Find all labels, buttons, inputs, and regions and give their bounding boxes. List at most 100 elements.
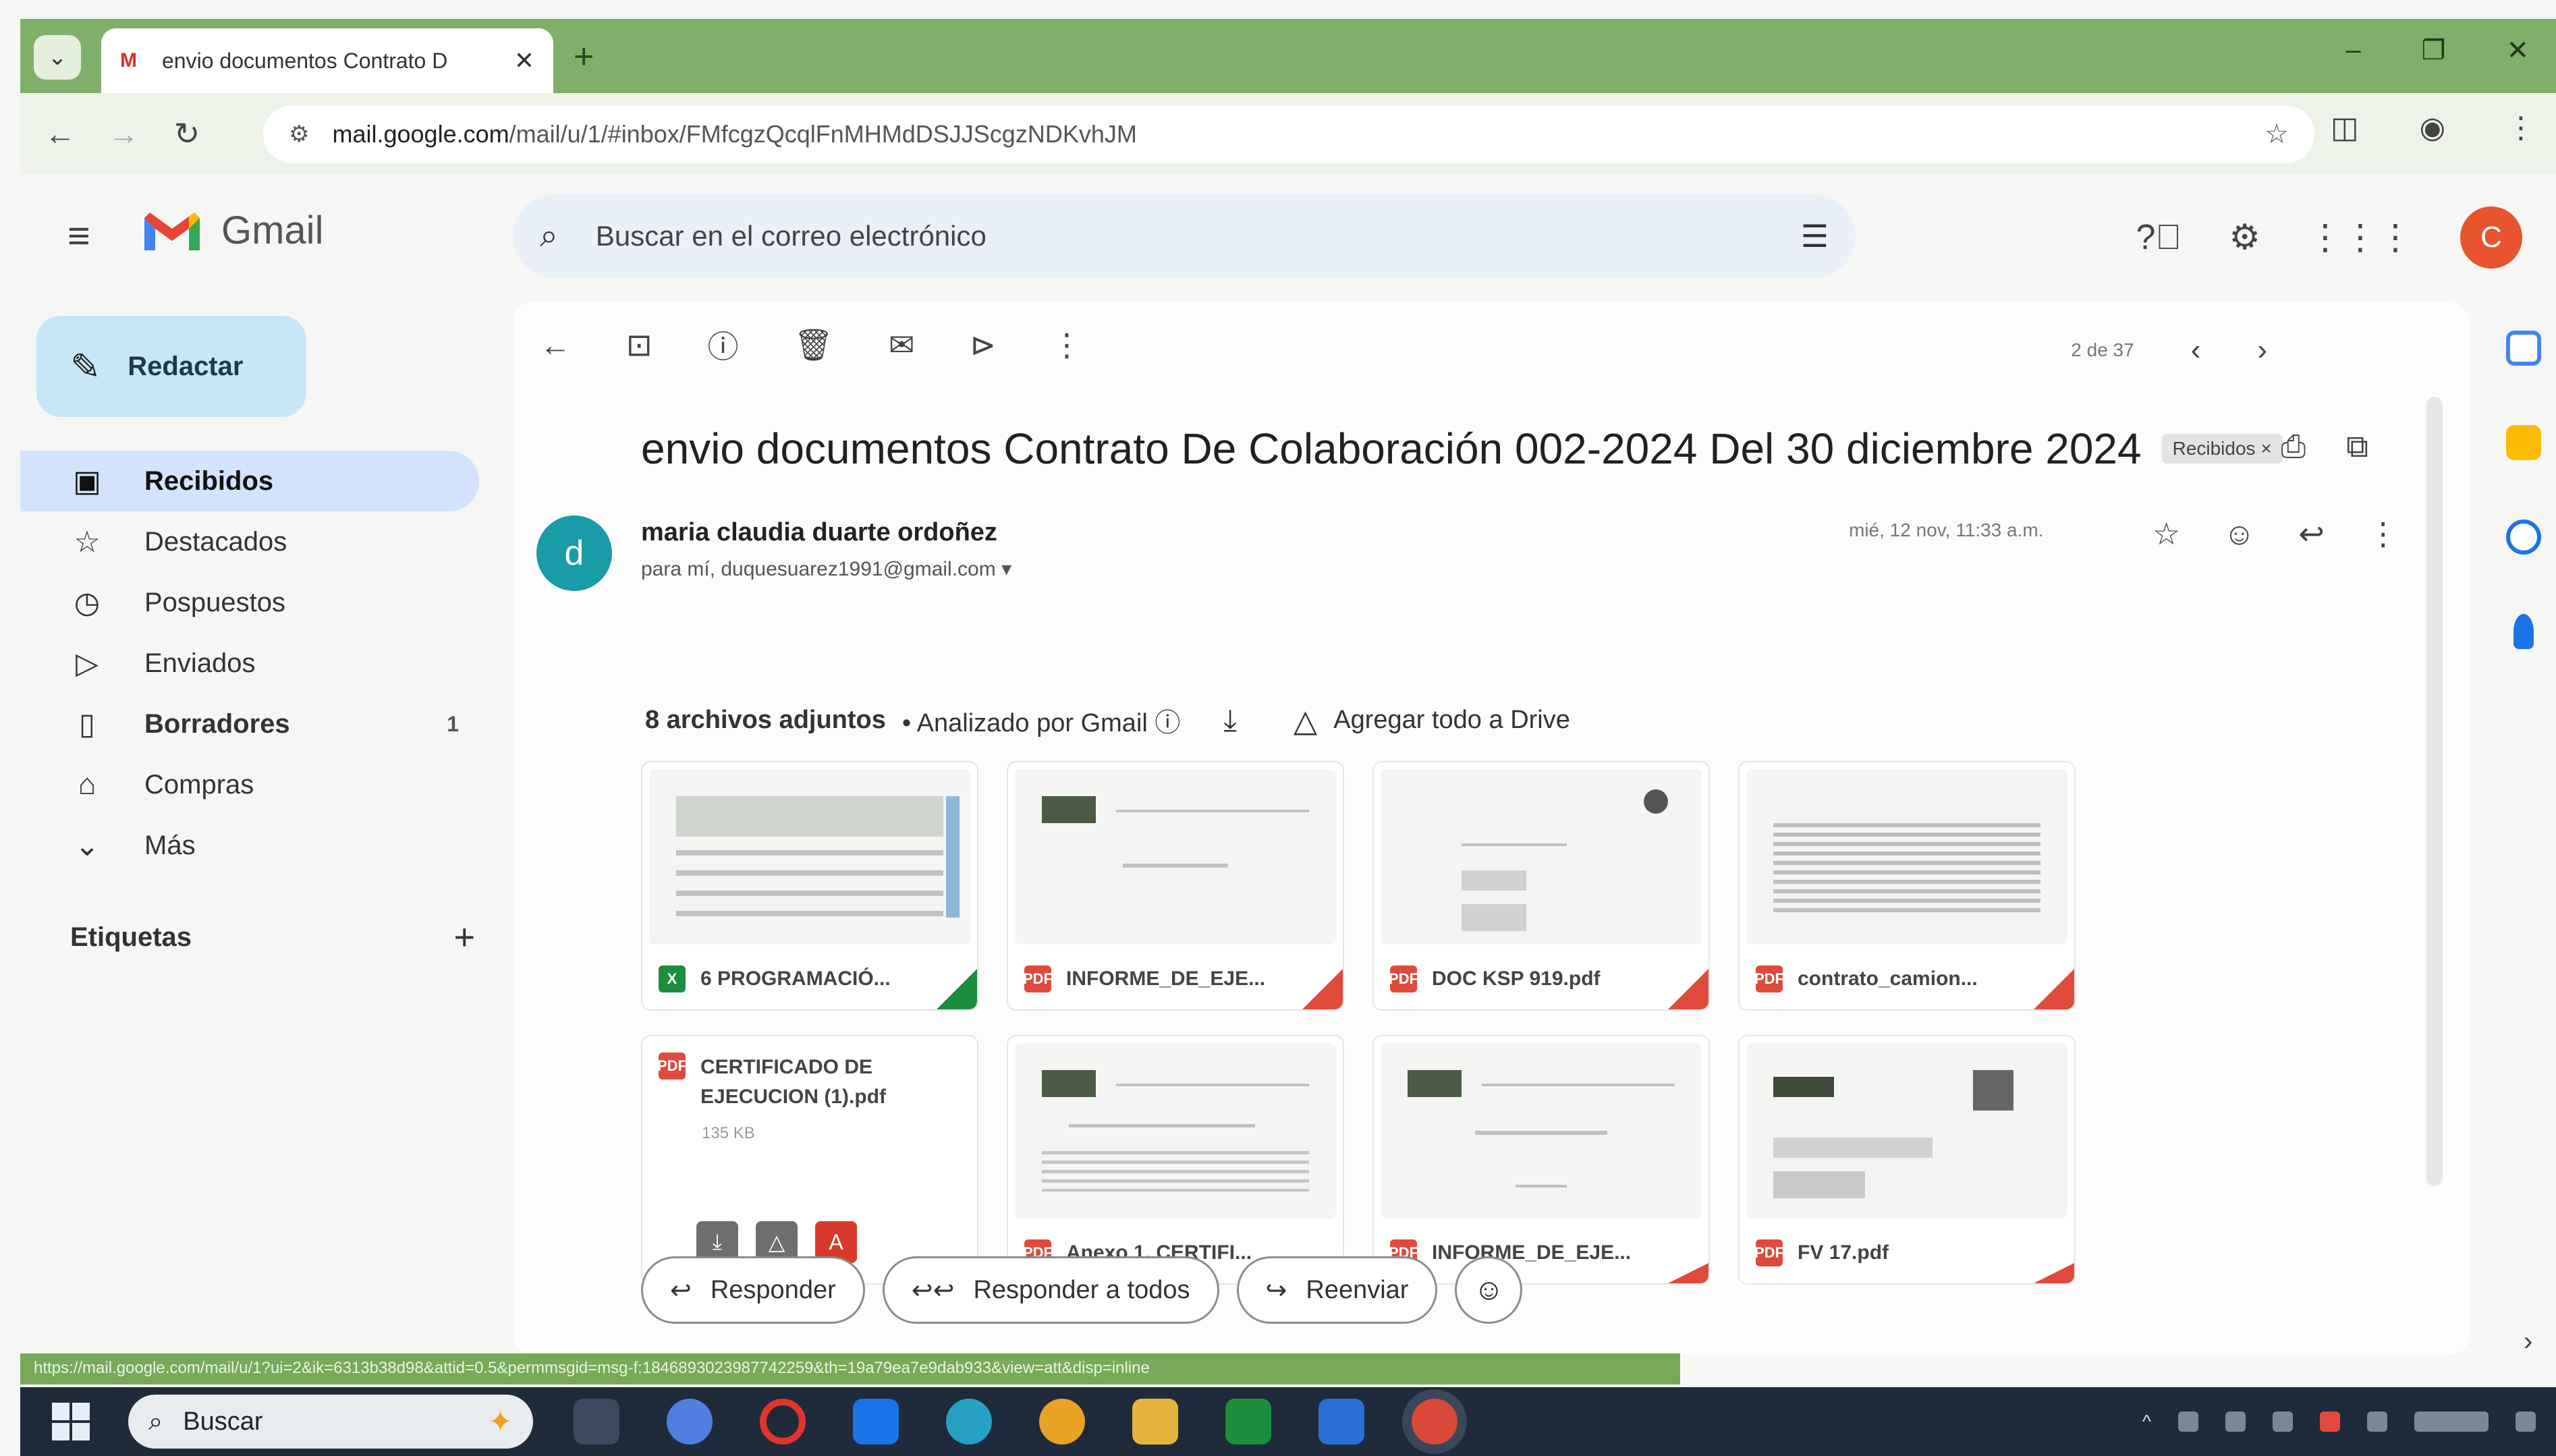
extensions-icon[interactable]: ◫ xyxy=(2331,111,2359,145)
opera-icon[interactable] xyxy=(760,1399,806,1445)
attachment-card[interactable]: X 6 PROGRAMACIÓ... xyxy=(641,761,978,1011)
attachment-card[interactable]: PDF FV 17.pdf xyxy=(1738,1035,2076,1285)
taskbar-search[interactable]: ⌕ Buscar ✦ xyxy=(128,1395,533,1449)
archive-icon[interactable]: ⊡ xyxy=(626,327,652,363)
bluetooth-icon[interactable] xyxy=(2367,1411,2387,1432)
attachment-footer: PDF FV 17.pdf xyxy=(1740,1223,2074,1283)
address-bar[interactable]: ⚙ mail.google.com/mail/u/1/#inbox/FMfcgz… xyxy=(263,105,2314,163)
site-settings-icon[interactable]: ⚙ xyxy=(289,121,309,148)
menu-dots-icon[interactable]: ⋮ xyxy=(2506,111,2536,145)
url-text[interactable]: mail.google.com/mail/u/1/#inbox/FMfcgzQc… xyxy=(332,120,2242,148)
forward-button[interactable]: ↪ Reenviar xyxy=(1236,1256,1438,1324)
star-icon[interactable]: ☆ xyxy=(2152,515,2180,552)
tray-overflow-icon[interactable]: ^ xyxy=(2142,1411,2151,1432)
security-icon[interactable] xyxy=(2320,1411,2340,1432)
download-all-icon[interactable]: ⤓ xyxy=(1223,704,1236,737)
attachment-card[interactable]: PDF Anexo 1. CERTIFI... xyxy=(1007,1035,1344,1285)
move-to-icon[interactable]: ⊳ xyxy=(970,327,997,363)
file-explorer-icon[interactable] xyxy=(1132,1399,1178,1445)
subject-actions: ⎙ ⧉ xyxy=(2281,428,2368,466)
help-icon[interactable]: ?⃝ xyxy=(2136,217,2182,258)
add-to-drive-link[interactable]: Agregar todo a Drive xyxy=(1333,706,1570,735)
notifications-icon[interactable] xyxy=(2516,1411,2536,1432)
search-bar[interactable]: ⌕ Buscar en el correo electrónico ☰ xyxy=(513,194,1856,278)
close-window-icon[interactable]: ✕ xyxy=(2506,35,2529,66)
sender-name[interactable]: maria claudia duarte ordoñez xyxy=(641,518,997,547)
reply-button[interactable]: ↩ Responder xyxy=(641,1256,865,1324)
attachment-card[interactable]: PDF contrato_camion... xyxy=(1738,761,2076,1011)
reload-icon[interactable]: ↻ xyxy=(163,110,211,157)
battery-icon[interactable] xyxy=(2273,1411,2293,1432)
back-to-inbox-icon[interactable]: ← xyxy=(540,327,571,363)
emoji-react-icon[interactable]: ☺ xyxy=(2223,515,2255,552)
gmail-logo[interactable]: Gmail xyxy=(142,208,323,253)
sidebar-item-purchases[interactable]: ⌂ Compras xyxy=(20,754,479,815)
settings-gear-icon[interactable]: ⚙ xyxy=(2229,217,2260,258)
sidebar-item-more[interactable]: ⌄ Más xyxy=(20,815,479,876)
word-icon[interactable] xyxy=(1318,1399,1364,1445)
network-icon[interactable] xyxy=(2178,1411,2198,1432)
forward-icon[interactable]: → xyxy=(100,110,147,157)
apps-grid-icon[interactable]: ⋮⋮⋮ xyxy=(2308,217,2413,258)
compose-button[interactable]: ✎ Redactar xyxy=(36,316,306,417)
inbox-label-chip[interactable]: Recibidos × xyxy=(2161,434,2283,464)
emoji-reaction-button[interactable]: ☺ xyxy=(1455,1256,1523,1324)
search-icon[interactable]: ⌕ xyxy=(540,217,558,255)
sidebar-item-drafts[interactable]: ▯ Borradores 1 xyxy=(20,694,479,754)
profile-icon[interactable]: ◉ xyxy=(2420,111,2445,145)
more-options-icon[interactable]: ⋮ xyxy=(1051,327,1082,363)
excel-icon[interactable] xyxy=(1225,1399,1271,1445)
attachment-card-hovered[interactable]: PDF CERTIFICADO DE EJECUCION (1).pdf 135… xyxy=(641,1035,978,1285)
add-label-icon[interactable]: + xyxy=(453,916,475,958)
bookmark-star-icon[interactable]: ☆ xyxy=(2265,119,2289,150)
clock-icon[interactable] xyxy=(2414,1411,2489,1432)
sidebar-item-inbox[interactable]: ▣ Recibidos xyxy=(20,451,479,511)
attachment-card[interactable]: PDF INFORME_DE_EJE... xyxy=(1372,1035,1710,1285)
drive-add-icon[interactable]: △ xyxy=(1294,702,1317,739)
minimize-icon[interactable]: – xyxy=(2345,35,2360,66)
windows-start-icon[interactable] xyxy=(40,1398,101,1445)
open-new-window-icon[interactable]: ⧉ xyxy=(2346,428,2368,466)
calendar-icon[interactable] xyxy=(2506,331,2541,366)
restore-icon[interactable]: ❐ xyxy=(2422,35,2446,66)
back-icon[interactable]: ← xyxy=(36,110,84,157)
pdf-file-icon: PDF xyxy=(1023,965,1053,992)
new-tab-button[interactable]: + xyxy=(574,36,594,77)
scrollbar[interactable] xyxy=(2426,397,2443,1186)
account-avatar[interactable]: C xyxy=(2460,206,2522,269)
sidebar-item-starred[interactable]: ☆ Destacados xyxy=(20,511,479,572)
sender-avatar[interactable]: d xyxy=(536,515,612,591)
task-view-icon[interactable] xyxy=(574,1399,619,1445)
report-spam-icon[interactable]: ⓘ xyxy=(708,323,739,367)
widgets-icon[interactable] xyxy=(667,1399,713,1445)
volume-icon[interactable] xyxy=(2225,1411,2246,1432)
print-icon[interactable]: ⎙ xyxy=(2281,428,2306,466)
tab-search-button[interactable]: ⌄ xyxy=(34,35,81,80)
delete-icon[interactable]: 🗑 xyxy=(794,327,833,364)
search-input[interactable]: Buscar en el correo electrónico xyxy=(596,220,1763,252)
tasks-icon[interactable] xyxy=(2506,520,2541,555)
tab-close-icon[interactable]: ✕ xyxy=(514,47,534,75)
side-panel-toggle-icon[interactable]: › xyxy=(2524,1326,2532,1357)
recipient-details[interactable]: para mí, duquesuarez1991@gmail.com ▾ xyxy=(641,557,1011,581)
outlook-icon[interactable] xyxy=(853,1399,899,1445)
newer-icon[interactable]: ‹ xyxy=(2191,333,2201,367)
attachment-card[interactable]: PDF INFORME_DE_EJE... xyxy=(1007,761,1344,1011)
search-options-icon[interactable]: ☰ xyxy=(1801,218,1829,254)
browser-tab[interactable]: M envio documentos Contrato D ✕ xyxy=(101,28,553,93)
reply-icon[interactable]: ↩ xyxy=(2298,515,2325,552)
reply-all-button[interactable]: ↩↩ Responder a todos xyxy=(882,1256,1219,1324)
sidebar-item-sent[interactable]: ▷ Enviados xyxy=(20,633,479,694)
attachment-card[interactable]: PDF DOC KSP 919.pdf xyxy=(1372,761,1710,1011)
sidebar-item-snoozed[interactable]: ◷ Pospuestos xyxy=(20,572,479,633)
mark-unread-icon[interactable]: ✉ xyxy=(889,327,915,363)
sidebar-item-label: Compras xyxy=(144,769,254,800)
keep-icon[interactable] xyxy=(2506,425,2541,460)
older-icon[interactable]: › xyxy=(2257,333,2267,367)
more-icon[interactable]: ⋮ xyxy=(2368,515,2399,552)
edge-icon[interactable] xyxy=(946,1399,992,1445)
contacts-icon[interactable] xyxy=(2513,614,2534,649)
chrome-active-icon[interactable] xyxy=(1412,1399,1457,1445)
chrome-icon[interactable] xyxy=(1039,1399,1085,1445)
main-menu-icon[interactable]: ≡ xyxy=(67,213,90,258)
